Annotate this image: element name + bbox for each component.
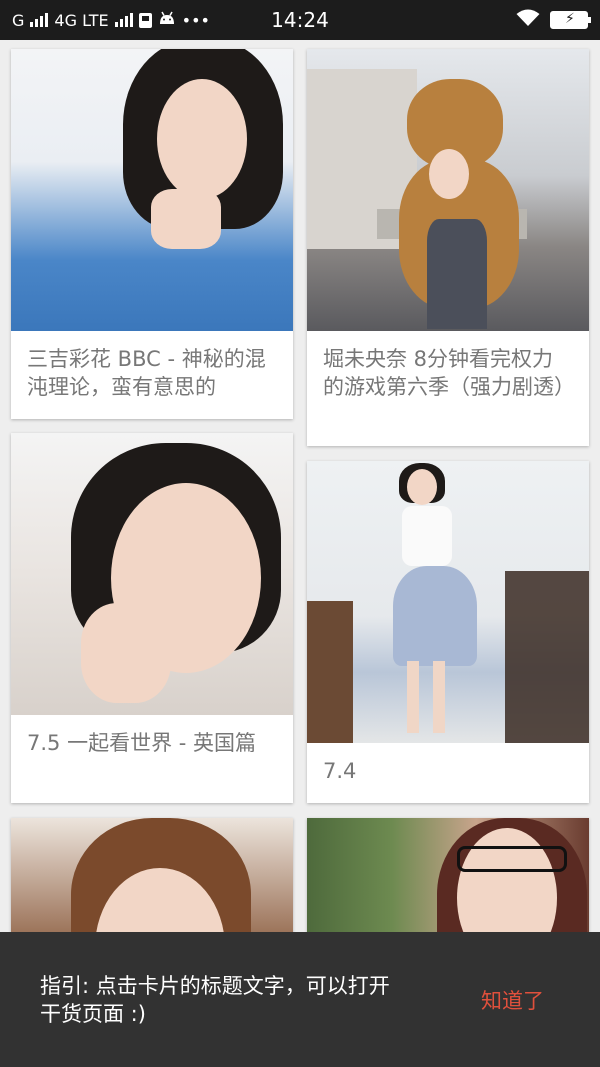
status-right: ⚡ [516, 9, 591, 31]
battery-charging-icon: ⚡ [550, 11, 591, 29]
card-title[interactable]: 7.5 一起看世界 - 英国篇 [11, 715, 293, 757]
card-image[interactable] [307, 461, 589, 743]
signal-icon [30, 13, 49, 27]
card-image[interactable] [307, 49, 589, 331]
status-left: G 4G LTE ••• [12, 11, 210, 30]
feed-card[interactable]: 7.5 一起看世界 - 英国篇 [11, 433, 293, 803]
card-title[interactable]: 三吉彩花 BBC - 神秘的混沌理论，蛮有意思的 [11, 331, 293, 401]
signal-icon-2 [114, 13, 133, 27]
wifi-icon [516, 9, 540, 31]
got-it-button[interactable]: 知道了 [481, 985, 544, 1015]
sim-icon [138, 12, 152, 28]
more-dots-icon: ••• [181, 10, 210, 30]
status-time: 14:24 [271, 8, 329, 32]
status-bar: G 4G LTE ••• 14:24 ⚡ [0, 0, 600, 40]
carrier-label: G [12, 10, 25, 30]
android-icon [158, 11, 176, 29]
guide-text: 指引: 点击卡片的标题文字，可以打开干货页面 :) [40, 973, 390, 1026]
network-label: 4G LTE [54, 10, 109, 30]
card-image[interactable] [11, 49, 293, 331]
card-image[interactable] [11, 433, 293, 715]
feed-card[interactable]: 三吉彩花 BBC - 神秘的混沌理论，蛮有意思的 [11, 49, 293, 419]
card-title[interactable]: 7.4 [307, 743, 589, 785]
card-title[interactable]: 堀未央奈 8分钟看完权力的游戏第六季（强力剧透） [307, 331, 589, 401]
card-feed[interactable]: 三吉彩花 BBC - 神秘的混沌理论，蛮有意思的 堀未央奈 8分钟看完权力的游戏… [0, 40, 600, 1067]
feed-card[interactable]: 堀未央奈 8分钟看完权力的游戏第六季（强力剧透） [307, 49, 589, 446]
guide-snackbar: 指引: 点击卡片的标题文字，可以打开干货页面 :) 知道了 [0, 932, 600, 1067]
feed-card[interactable]: 7.4 [307, 461, 589, 803]
